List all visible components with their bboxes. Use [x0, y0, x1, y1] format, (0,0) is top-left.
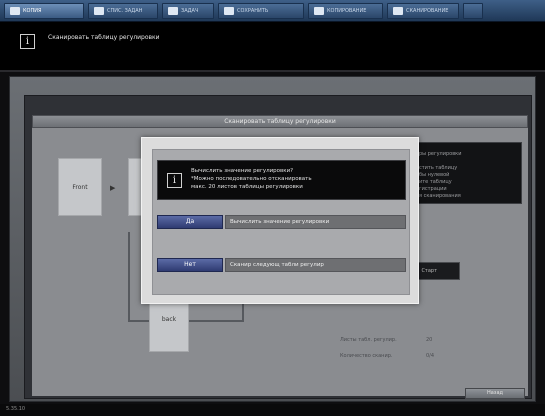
front-label: Front [72, 183, 88, 191]
dialog-line: *Можно последовательно отсканировать [191, 176, 312, 182]
copy-icon [314, 6, 324, 15]
dialog-line: Вычислить значение регулировки? [191, 168, 294, 174]
dialog-message: i Вычислить значение регулировки? *Можно… [157, 160, 406, 200]
message-text: Сканировать таблицу регулировки [48, 34, 160, 41]
tab-label: СПИС. ЗАДАН [107, 7, 143, 14]
save-icon [224, 6, 234, 15]
copy-icon [10, 6, 20, 15]
tab-job[interactable]: ЗАДАЧ [162, 2, 214, 19]
stat-label: Листы табл. регулир. [340, 337, 397, 343]
message-bar: i Сканировать таблицу регулировки [0, 22, 545, 72]
instruction-line: стить таблицу [419, 165, 458, 171]
list-icon [94, 6, 104, 15]
instruction-line: ры регулировки [419, 151, 462, 157]
scan-count-stat: Количество сканир. 0/4 [340, 353, 434, 359]
instruction-line: бы нулевой [419, 172, 450, 178]
tab-label: КОПИРОВАНИЕ [327, 7, 367, 14]
tab-job-list[interactable]: СПИС. ЗАДАН [88, 2, 158, 19]
dialog-text: Вычислить значение регулировки? *Можно п… [191, 167, 312, 191]
window-title: Сканировать таблицу регулировки [32, 115, 528, 128]
back-label: back [161, 316, 177, 323]
tab-scan[interactable]: СКАНИРОВАНИЕ [387, 2, 459, 19]
scan-icon [393, 6, 403, 15]
yes-description: Вычислить значение регулировки [225, 215, 406, 229]
footer-text: 5.35.10 [6, 406, 26, 412]
tab-copying[interactable]: КОПИРОВАНИЕ [308, 2, 383, 19]
front-sheet: Front [58, 158, 102, 216]
back-button[interactable]: Назад [465, 388, 525, 399]
tab-save[interactable]: СОХРАНИТЬ [218, 2, 304, 19]
job-icon [168, 6, 178, 15]
info-icon: i [167, 173, 182, 188]
top-tab-bar: КОПИЯ СПИС. ЗАДАН ЗАДАЧ СОХРАНИТЬ КОПИРО… [0, 0, 545, 22]
sheets-stat: Листы табл. регулир. 20 [340, 337, 432, 343]
yes-button[interactable]: Да [157, 215, 223, 229]
no-button[interactable]: Нет [157, 258, 223, 272]
tab-label: СКАНИРОВАНИЕ [406, 7, 449, 14]
instruction-line: ите таблицу [419, 179, 452, 185]
tab-label: ЗАДАЧ [181, 7, 199, 14]
status-footer: 5.35.10 [0, 404, 545, 416]
tab-copy[interactable]: КОПИЯ [4, 2, 84, 19]
instruction-line: я сканирования [419, 193, 461, 199]
stat-value: 20 [426, 337, 433, 343]
instruction-line: гистрации [419, 186, 447, 192]
stat-label: Количество сканир. [340, 353, 393, 359]
arrow-icon: ▶ [110, 184, 116, 192]
tab-label: СОХРАНИТЬ [237, 7, 269, 14]
stat-value: 0/4 [426, 353, 435, 359]
tab-extra[interactable] [463, 2, 483, 19]
no-description: Сканир следующ табли регулир [225, 258, 406, 272]
dialog-line: макс. 20 листов таблицы регулировки [191, 184, 303, 190]
info-icon: i [20, 34, 35, 49]
tab-label: КОПИЯ [23, 7, 42, 14]
